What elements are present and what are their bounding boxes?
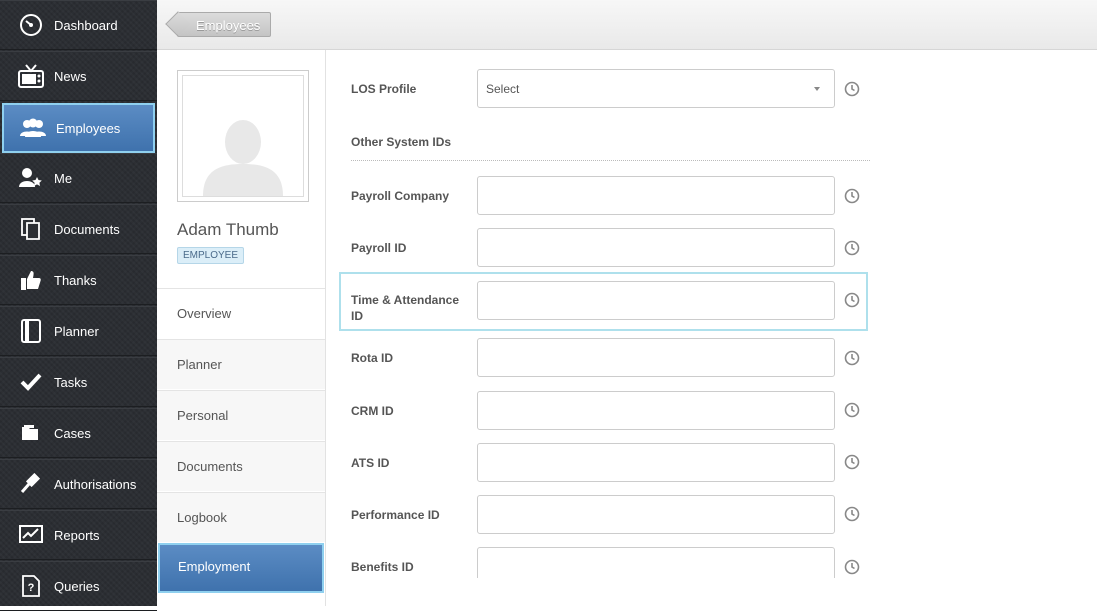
section-title: Other System IDs	[351, 135, 452, 149]
history-clock-icon[interactable]	[844, 454, 860, 470]
payroll-company-input[interactable]	[477, 176, 835, 215]
dashboard-icon	[16, 12, 46, 38]
nav-thanks[interactable]: Thanks	[0, 255, 157, 305]
top-bar: Employees	[157, 0, 1097, 50]
tab-logbook[interactable]: Logbook	[157, 492, 325, 542]
rota-id-input[interactable]	[477, 338, 835, 377]
nav-label: Queries	[54, 578, 100, 594]
history-clock-icon[interactable]	[844, 240, 860, 256]
history-clock-icon[interactable]	[844, 292, 860, 308]
time-attendance-id-label: Time & Attendance ID	[351, 293, 460, 323]
question-icon: ?	[16, 573, 46, 599]
avatar	[177, 70, 309, 202]
nav-label: Tasks	[54, 374, 88, 390]
tab-planner[interactable]: Planner	[157, 339, 325, 389]
crm-id-label: CRM ID	[351, 404, 394, 418]
nav-employees[interactable]: Employees	[2, 103, 155, 153]
breadcrumb-employees[interactable]: Employees	[177, 12, 272, 37]
nav-authorisations[interactable]: Authorisations	[0, 459, 157, 509]
tv-icon	[16, 63, 46, 89]
rota-id-label: Rota ID	[351, 351, 393, 365]
history-clock-icon[interactable]	[844, 350, 860, 366]
nav-documents[interactable]: Documents	[0, 204, 157, 254]
payroll-company-label: Payroll Company	[351, 189, 450, 203]
history-clock-icon[interactable]	[844, 506, 860, 522]
nav-tasks[interactable]: Tasks	[0, 357, 157, 407]
nav-dashboard[interactable]: Dashboard	[0, 0, 157, 50]
user-star-icon	[16, 165, 46, 191]
ats-id-label: ATS ID	[351, 456, 390, 470]
ats-id-input[interactable]	[477, 443, 835, 482]
tab-employment[interactable]: Employment	[158, 543, 324, 593]
nav-label: Planner	[54, 323, 99, 339]
documents-icon	[16, 216, 46, 242]
los-profile-select[interactable]: Select	[477, 69, 835, 108]
checkmark-icon	[16, 369, 46, 395]
tab-documents[interactable]: Documents	[157, 441, 325, 491]
employee-role-badge: EMPLOYEE	[177, 247, 245, 264]
employee-name: Adam Thumb	[177, 220, 279, 239]
tab-overview[interactable]: Overview	[157, 288, 325, 338]
benefits-id-label: Benefits ID	[351, 560, 414, 574]
history-clock-icon[interactable]	[844, 402, 860, 418]
scroll-clip	[326, 578, 1097, 606]
crm-id-input[interactable]	[477, 391, 835, 430]
users-icon	[18, 115, 48, 141]
nav-cases[interactable]: Cases	[0, 408, 157, 458]
history-clock-icon[interactable]	[844, 81, 860, 97]
nav-reports[interactable]: Reports	[0, 510, 157, 560]
time-attendance-id-input[interactable]	[477, 281, 835, 320]
nav-label: Authorisations	[54, 476, 137, 492]
nav-label: Cases	[54, 425, 91, 441]
performance-id-label: Performance ID	[351, 508, 440, 522]
nav-label: Reports	[54, 527, 100, 543]
los-profile-label: LOS Profile	[351, 82, 417, 96]
chart-icon	[16, 522, 46, 548]
gavel-icon	[16, 471, 46, 497]
nav-label: Thanks	[54, 272, 97, 288]
los-profile-value: Select	[486, 81, 520, 96]
planner-icon	[16, 318, 46, 344]
nav-label: Me	[54, 170, 73, 186]
nav-me[interactable]: Me	[0, 153, 157, 203]
profile-panel: Adam Thumb EMPLOYEE Overview Planner Per…	[157, 50, 326, 606]
history-clock-icon[interactable]	[844, 188, 860, 204]
avatar-placeholder-icon	[203, 120, 283, 196]
tab-personal[interactable]: Personal	[157, 390, 325, 440]
history-clock-icon[interactable]	[844, 559, 860, 575]
sidebar: Dashboard News Employees Me Documents Th…	[0, 0, 157, 611]
performance-id-input[interactable]	[477, 495, 835, 534]
nav-label: Employees	[56, 120, 121, 136]
nav-label: Dashboard	[54, 17, 118, 33]
nav-queries[interactable]: ? Queries	[0, 561, 157, 611]
nav-label: News	[54, 68, 87, 84]
section-divider	[351, 160, 870, 161]
payroll-id-input[interactable]	[477, 228, 835, 267]
nav-planner[interactable]: Planner	[0, 306, 157, 356]
nav-news[interactable]: News	[0, 51, 157, 101]
payroll-id-label: Payroll ID	[351, 241, 407, 255]
svg-text:?: ?	[28, 582, 35, 594]
thumbs-up-icon	[16, 267, 46, 293]
chevron-down-icon	[814, 86, 820, 91]
folder-icon	[16, 420, 46, 446]
nav-label: Documents	[54, 221, 120, 237]
